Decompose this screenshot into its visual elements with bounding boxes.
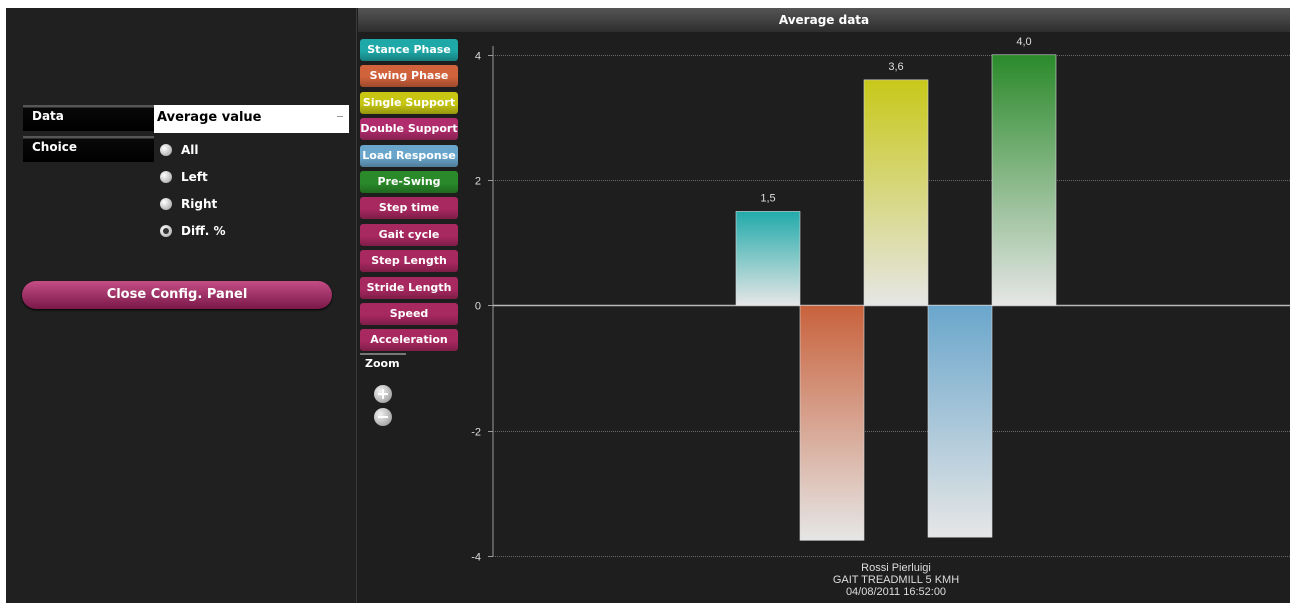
bar-pre-swing (991, 54, 1057, 306)
y-tick-label: 2 (475, 176, 481, 188)
bar-swing-phase (799, 305, 865, 541)
y-tick-label: 4 (475, 51, 481, 63)
bar-single-support (863, 79, 929, 306)
data-label: 4,0 (1016, 36, 1031, 48)
y-tick-label: -4 (471, 552, 481, 564)
bar-load-response (927, 305, 993, 538)
category-label-line: Rossi Pierluigi (861, 562, 931, 574)
y-tick-label: 0 (475, 301, 481, 313)
data-label: 1,5 (760, 192, 775, 204)
data-label: 3,6 (888, 61, 903, 73)
y-tick-label: -2 (471, 427, 481, 439)
category-label-line: GAIT TREADMILL 5 KMH (833, 574, 959, 586)
category-label-line: 04/08/2011 16:52:00 (846, 586, 946, 598)
bar-stance-phase (735, 211, 801, 306)
bar-chart: -4 -2 0 2 4 1,5 3,6 4,0 Rossi PierluigiGAIT TREA… (471, 36, 1290, 598)
app-window: Data Average value ─ Choice All Left Rig… (6, 8, 1290, 603)
